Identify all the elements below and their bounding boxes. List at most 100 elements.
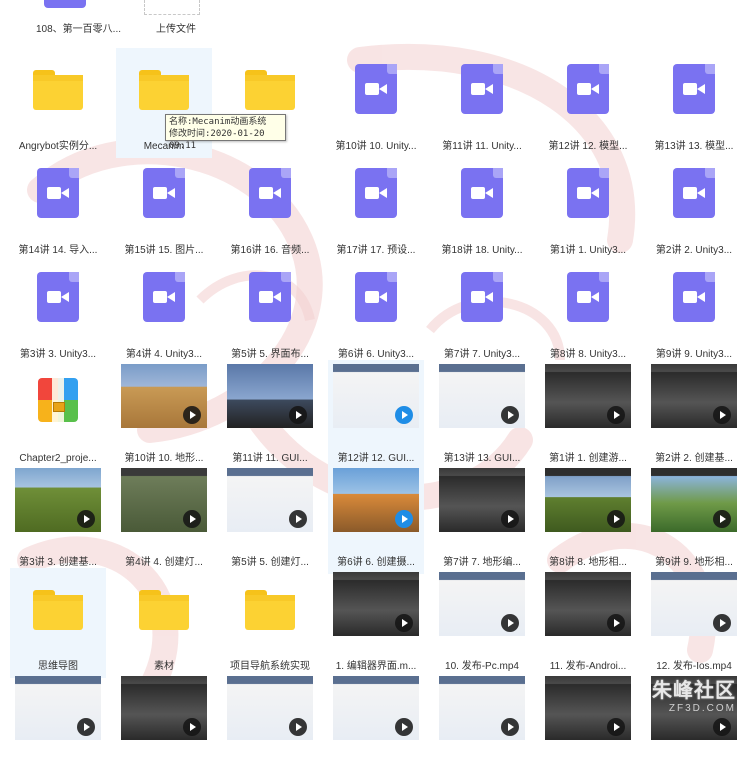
folder-icon xyxy=(139,590,189,630)
tooltip-time: 修改时间:2020-01-20 09:11 xyxy=(169,129,265,151)
play-icon xyxy=(713,614,731,632)
file-item[interactable]: 第17讲 17. 预设... xyxy=(328,152,424,262)
file-item[interactable]: 第12讲 12. 模型... xyxy=(540,48,636,158)
video-file-icon xyxy=(567,168,609,218)
archive-icon xyxy=(38,378,78,422)
file-item[interactable]: 第3讲 3. 创建基... xyxy=(10,464,106,574)
video-thumbnail xyxy=(651,364,737,428)
file-item[interactable]: 第18讲 18. Unity... xyxy=(434,152,530,262)
file-item[interactable]: 第11讲 11. Unity... xyxy=(434,48,530,158)
brand-domain: ZF3D.COM xyxy=(668,703,736,714)
file-item[interactable]: 第5讲 5. 界面布... xyxy=(222,256,318,366)
file-item[interactable]: 10. 发布-Pc.mp4 xyxy=(434,568,530,678)
video-file-icon xyxy=(673,168,715,218)
file-label: 第15讲 15. 图片... xyxy=(124,245,204,256)
file-item[interactable]: Chapter2_proje... xyxy=(10,360,106,470)
file-item[interactable] xyxy=(10,672,106,782)
file-item[interactable]: 第8讲 8. 地形相... xyxy=(540,464,636,574)
video-file-icon xyxy=(143,168,185,218)
video-thumbnail xyxy=(439,468,525,532)
file-item[interactable] xyxy=(328,672,424,782)
brand-watermark: 朱峰社区 ZF3D.COM xyxy=(652,674,736,714)
video-file-icon xyxy=(37,272,79,322)
file-item[interactable]: 第7讲 7. Unity3... xyxy=(434,256,530,366)
video-thumbnail xyxy=(121,364,207,428)
file-item[interactable]: 12. 发布-Ios.mp4 xyxy=(646,568,742,678)
play-icon xyxy=(289,510,307,528)
file-item[interactable]: 第2讲 2. Unity3... xyxy=(646,152,742,262)
file-label: 思维导图 xyxy=(38,661,78,672)
file-item[interactable]: 第6讲 6. Unity3... xyxy=(328,256,424,366)
folder-icon xyxy=(139,70,189,110)
file-label: 第3讲 3. 创建基... xyxy=(19,557,97,568)
video-thumbnail xyxy=(333,572,419,636)
file-label: 第6讲 6. 创建摄... xyxy=(337,557,415,568)
file-label: 第2讲 2. Unity3... xyxy=(655,245,733,256)
play-icon xyxy=(713,510,731,528)
file-item[interactable]: 第13讲 13. GUI... xyxy=(434,360,530,470)
video-thumbnail xyxy=(227,468,313,532)
file-label: 第18讲 18. Unity... xyxy=(441,245,523,256)
folder-icon xyxy=(33,590,83,630)
video-thumbnail xyxy=(227,676,313,740)
file-label: 第7讲 7. 地形编... xyxy=(443,557,521,568)
file-item[interactable]: 第5讲 5. 创建灯... xyxy=(222,464,318,574)
file-label: 第5讲 5. 创建灯... xyxy=(231,557,309,568)
upload-button[interactable] xyxy=(144,0,200,15)
file-item[interactable]: 第1讲 1. 创建游... xyxy=(540,360,636,470)
video-thumbnail xyxy=(121,676,207,740)
file-label: 第8讲 8. Unity3... xyxy=(549,349,627,360)
file-item[interactable]: 第10讲 10. 地形... xyxy=(116,360,212,470)
file-item[interactable] xyxy=(222,672,318,782)
folder-icon xyxy=(245,70,295,110)
file-item[interactable] xyxy=(540,672,636,782)
file-label: 第3讲 3. Unity3... xyxy=(19,349,97,360)
file-label: 第8讲 8. 地形相... xyxy=(549,557,627,568)
file-label: 11. 发布-Androi... xyxy=(549,661,627,672)
file-item[interactable]: 第16讲 16. 音频... xyxy=(222,152,318,262)
video-file-icon xyxy=(249,272,291,322)
file-item[interactable]: 第12讲 12. GUI... xyxy=(328,360,424,470)
file-item[interactable]: 1. 编辑器界面.m... xyxy=(328,568,424,678)
file-item[interactable]: 第15讲 15. 图片... xyxy=(116,152,212,262)
file-item[interactable]: 第2讲 2. 创建基... xyxy=(646,360,742,470)
file-item[interactable]: 第4讲 4. 创建灯... xyxy=(116,464,212,574)
file-label: 12. 发布-Ios.mp4 xyxy=(656,661,732,672)
play-icon xyxy=(183,510,201,528)
video-file-icon xyxy=(355,272,397,322)
file-item[interactable]: 第8讲 8. Unity3... xyxy=(540,256,636,366)
file-item[interactable]: 第7讲 7. 地形编... xyxy=(434,464,530,574)
file-item[interactable]: 第10讲 10. Unity... xyxy=(328,48,424,158)
file-item[interactable]: 素材 xyxy=(116,568,212,678)
file-item[interactable]: 思维导图 xyxy=(10,568,106,678)
play-icon xyxy=(395,718,413,736)
file-item[interactable]: 第9讲 9. 地形相... xyxy=(646,464,742,574)
play-icon xyxy=(183,718,201,736)
file-item[interactable]: 第6讲 6. 创建摄... xyxy=(328,464,424,574)
file-label: 第2讲 2. 创建基... xyxy=(655,453,733,464)
tooltip-name: 名称:Mecanim动画系统 xyxy=(169,117,267,127)
file-item[interactable]: 第4讲 4. Unity3... xyxy=(116,256,212,366)
video-thumbnail xyxy=(439,676,525,740)
file-label: 素材 xyxy=(154,661,174,672)
file-item[interactable]: 第14讲 14. 导入... xyxy=(10,152,106,262)
file-label: 第12讲 12. GUI... xyxy=(337,453,415,464)
file-label: 第7讲 7. Unity3... xyxy=(443,349,521,360)
video-file-icon xyxy=(143,272,185,322)
file-item[interactable]: 第11讲 11. GUI... xyxy=(222,360,318,470)
file-item[interactable]: Angrybot实例分... xyxy=(10,48,106,158)
video-file-icon xyxy=(355,168,397,218)
file-item[interactable]: 第1讲 1. Unity3... xyxy=(540,152,636,262)
video-file-icon[interactable] xyxy=(44,0,86,8)
file-item[interactable]: 11. 发布-Androi... xyxy=(540,568,636,678)
file-item[interactable]: 项目导航系统实现 xyxy=(222,568,318,678)
file-item[interactable] xyxy=(434,672,530,782)
file-item[interactable]: 第13讲 13. 模型... xyxy=(646,48,742,158)
file-label: 第16讲 16. 音频... xyxy=(230,245,310,256)
file-item[interactable]: 第3讲 3. Unity3... xyxy=(10,256,106,366)
play-icon xyxy=(607,718,625,736)
file-item[interactable] xyxy=(116,672,212,782)
file-item[interactable]: 第9讲 9. Unity3... xyxy=(646,256,742,366)
upload-label[interactable]: 上传文件 xyxy=(156,20,196,35)
folder-icon xyxy=(245,590,295,630)
